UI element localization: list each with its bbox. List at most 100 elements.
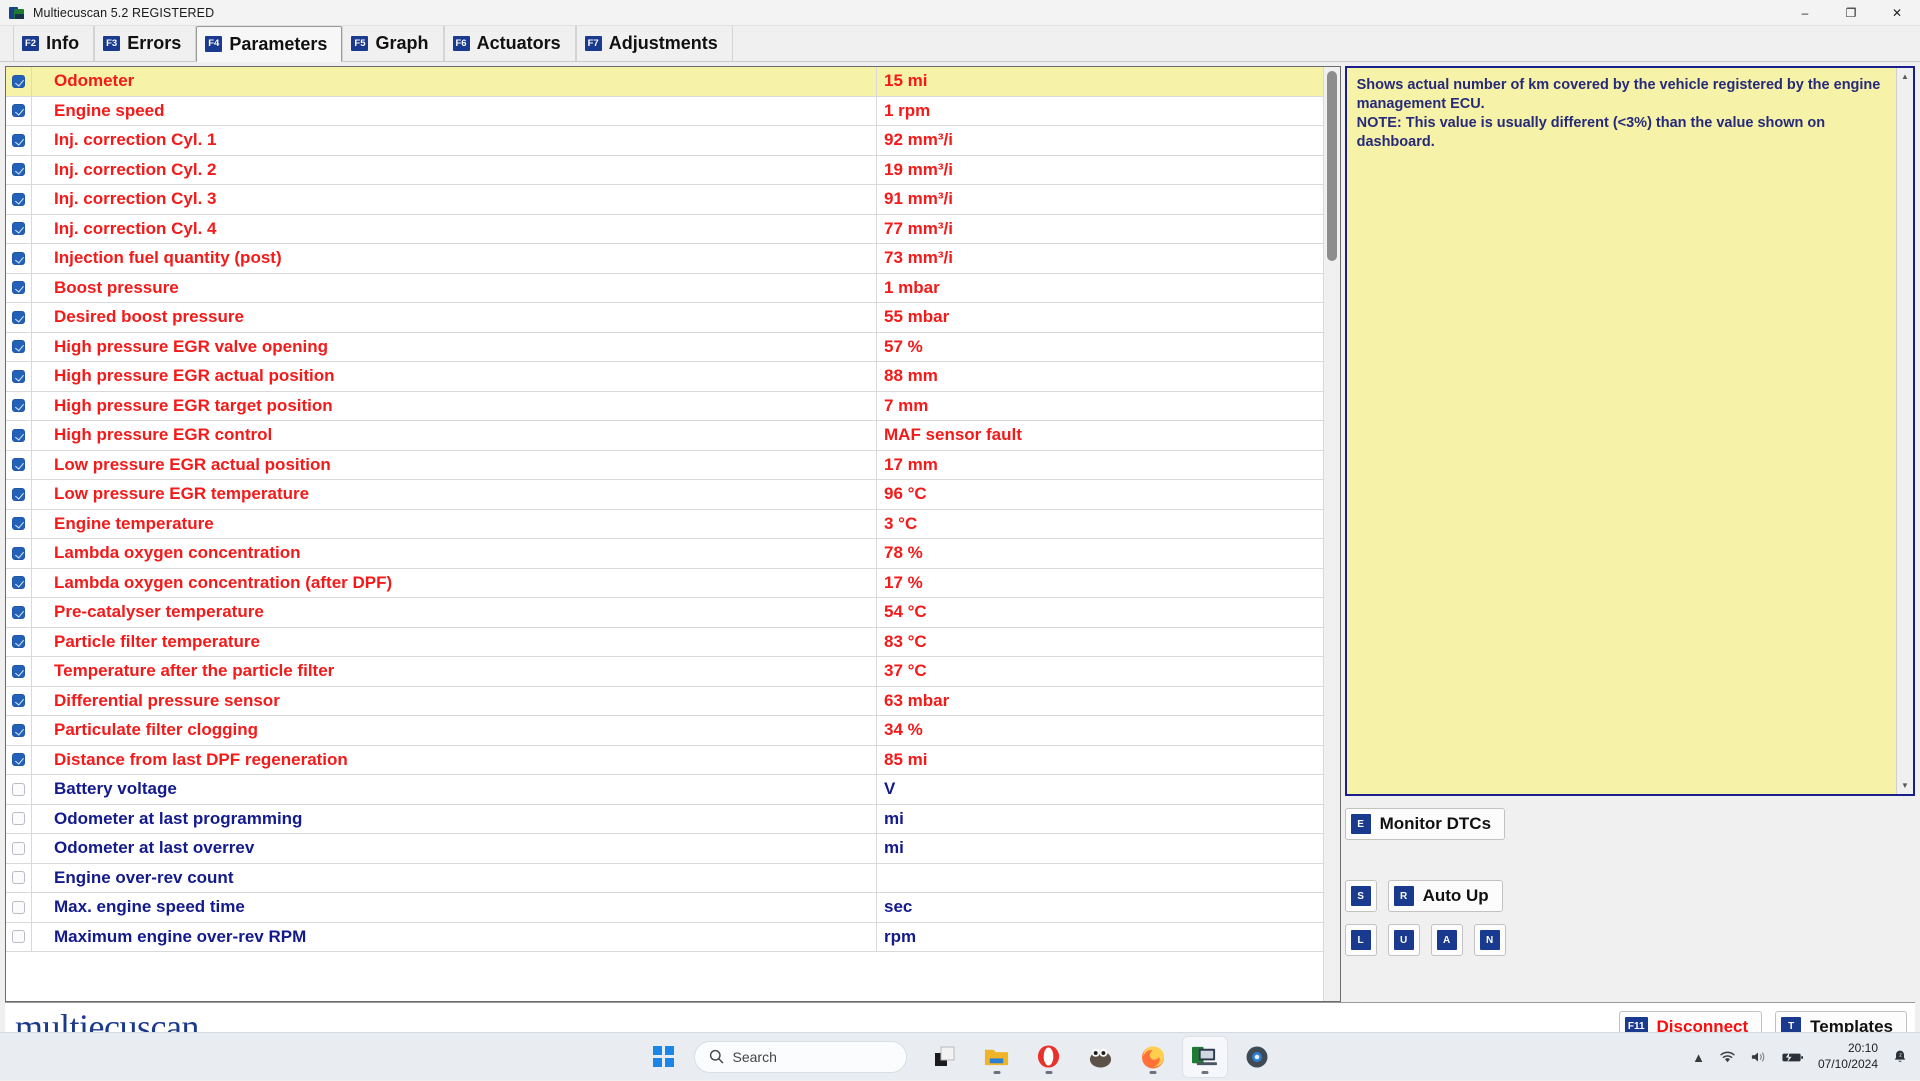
parameter-row[interactable]: Odometer15 mi — [6, 67, 1323, 97]
parameter-checkbox-cell[interactable] — [6, 362, 32, 391]
stop-button[interactable]: S — [1345, 880, 1377, 912]
parameter-checkbox[interactable] — [12, 576, 25, 589]
monitor-dtcs-button[interactable]: E Monitor DTCs — [1345, 808, 1505, 840]
parameter-row[interactable]: Particulate filter clogging34 % — [6, 716, 1323, 746]
parameter-row[interactable]: Odometer at last overrevmi — [6, 834, 1323, 864]
taskbar-item-gimp[interactable] — [1079, 1037, 1123, 1077]
parameter-checkbox[interactable] — [12, 311, 25, 324]
parameter-checkbox[interactable] — [12, 812, 25, 825]
parameter-row[interactable]: High pressure EGR actual position88 mm — [6, 362, 1323, 392]
parameter-row[interactable]: Desired boost pressure55 mbar — [6, 303, 1323, 333]
parameter-checkbox[interactable] — [12, 488, 25, 501]
parameter-row[interactable]: High pressure EGR target position7 mm — [6, 392, 1323, 422]
parameter-row[interactable]: High pressure EGR valve opening57 % — [6, 333, 1323, 363]
parameter-row[interactable]: Temperature after the particle filter37 … — [6, 657, 1323, 687]
parameter-row[interactable]: Inj. correction Cyl. 477 mm³/i — [6, 215, 1323, 245]
parameter-row[interactable]: Injection fuel quantity (post)73 mm³/i — [6, 244, 1323, 274]
parameter-checkbox[interactable] — [12, 901, 25, 914]
tab-graph[interactable]: F5Graph — [342, 26, 443, 61]
parameter-checkbox[interactable] — [12, 783, 25, 796]
parameter-checkbox[interactable] — [12, 842, 25, 855]
parameter-checkbox[interactable] — [12, 104, 25, 117]
parameter-checkbox-cell[interactable] — [6, 775, 32, 804]
parameter-checkbox-cell[interactable] — [6, 480, 32, 509]
parameter-checkbox[interactable] — [12, 370, 25, 383]
parameter-row[interactable]: Engine speed1 rpm — [6, 97, 1323, 127]
none-button[interactable]: N — [1474, 924, 1506, 956]
parameter-row[interactable]: Odometer at last programmingmi — [6, 805, 1323, 835]
parameter-checkbox-cell[interactable] — [6, 923, 32, 952]
tab-info[interactable]: F2Info — [13, 26, 94, 61]
parameter-checkbox-cell[interactable] — [6, 687, 32, 716]
all-button[interactable]: A — [1431, 924, 1463, 956]
taskbar-clock[interactable]: 20:10 07/10/2024 — [1818, 1041, 1878, 1073]
parameter-row[interactable]: Inj. correction Cyl. 219 mm³/i — [6, 156, 1323, 186]
parameter-checkbox[interactable] — [12, 281, 25, 294]
parameter-checkbox[interactable] — [12, 458, 25, 471]
parameter-checkbox-cell[interactable] — [6, 421, 32, 450]
parameter-row[interactable]: Max. engine speed timesec — [6, 893, 1323, 923]
parameter-checkbox[interactable] — [12, 222, 25, 235]
parameter-checkbox[interactable] — [12, 252, 25, 265]
parameter-checkbox-cell[interactable] — [6, 185, 32, 214]
parameter-row[interactable]: Differential pressure sensor63 mbar — [6, 687, 1323, 717]
parameter-checkbox-cell[interactable] — [6, 539, 32, 568]
parameter-checkbox-cell[interactable] — [6, 274, 32, 303]
show-hidden-icons-icon[interactable]: ▲ — [1692, 1050, 1705, 1065]
parameter-row[interactable]: High pressure EGR controlMAF sensor faul… — [6, 421, 1323, 451]
parameter-checkbox-cell[interactable] — [6, 510, 32, 539]
taskbar-item-multiecuscan[interactable] — [1183, 1037, 1227, 1077]
parameter-checkbox-cell[interactable] — [6, 716, 32, 745]
parameter-checkbox-cell[interactable] — [6, 569, 32, 598]
battery-charging-icon[interactable] — [1781, 1050, 1804, 1064]
parameter-checkbox-cell[interactable] — [6, 864, 32, 893]
parameter-checkbox[interactable] — [12, 606, 25, 619]
scroll-down-icon[interactable]: ▼ — [1897, 777, 1913, 794]
parameter-checkbox-cell[interactable] — [6, 156, 32, 185]
parameter-row[interactable]: Lambda oxygen concentration (after DPF)1… — [6, 569, 1323, 599]
parameter-row[interactable]: Pre-catalyser temperature54 °C — [6, 598, 1323, 628]
parameter-checkbox-cell[interactable] — [6, 244, 32, 273]
parameter-checkbox[interactable] — [12, 399, 25, 412]
tab-parameters[interactable]: F4Parameters — [196, 26, 342, 62]
parameter-checkbox[interactable] — [12, 665, 25, 678]
close-button[interactable]: ✕ — [1874, 0, 1920, 26]
parameter-checkbox-cell[interactable] — [6, 333, 32, 362]
parameter-checkbox[interactable] — [12, 753, 25, 766]
parameter-checkbox-cell[interactable] — [6, 303, 32, 332]
tab-errors[interactable]: F3Errors — [94, 26, 196, 61]
parameters-grid[interactable]: Odometer15 miEngine speed1 rpm Inj. corre… — [6, 67, 1323, 1001]
parameter-checkbox-cell[interactable] — [6, 215, 32, 244]
parameter-checkbox[interactable] — [12, 75, 25, 88]
auto-up-button[interactable]: R Auto Up — [1388, 880, 1503, 912]
parameter-row[interactable]: Maximum engine over-rev RPMrpm — [6, 923, 1323, 953]
parameter-checkbox[interactable] — [12, 340, 25, 353]
scrollbar-thumb[interactable] — [1327, 71, 1337, 261]
log-button[interactable]: L — [1345, 924, 1377, 956]
taskbar-item-firefox[interactable] — [1131, 1037, 1175, 1077]
minimize-button[interactable]: – — [1782, 0, 1828, 26]
parameter-row[interactable]: Engine over-rev count — [6, 864, 1323, 894]
parameter-checkbox[interactable] — [12, 871, 25, 884]
parameter-row[interactable]: Boost pressure1 mbar — [6, 274, 1323, 304]
parameter-row[interactable]: Low pressure EGR temperature96 °C — [6, 480, 1323, 510]
tab-adjustments[interactable]: F7Adjustments — [576, 26, 733, 61]
taskbar-item-file-explorer-dark[interactable] — [923, 1037, 967, 1077]
parameter-checkbox[interactable] — [12, 694, 25, 707]
taskbar-item-opera[interactable] — [1027, 1037, 1071, 1077]
parameter-row[interactable]: Distance from last DPF regeneration85 mi — [6, 746, 1323, 776]
parameter-checkbox[interactable] — [12, 517, 25, 530]
parameter-checkbox-cell[interactable] — [6, 451, 32, 480]
parameter-checkbox-cell[interactable] — [6, 598, 32, 627]
parameter-checkbox-cell[interactable] — [6, 126, 32, 155]
parameter-checkbox-cell[interactable] — [6, 67, 32, 96]
parameter-checkbox[interactable] — [12, 193, 25, 206]
parameter-checkbox-cell[interactable] — [6, 805, 32, 834]
parameter-checkbox-cell[interactable] — [6, 893, 32, 922]
maximize-button[interactable]: ❐ — [1828, 0, 1874, 26]
up-button[interactable]: U — [1388, 924, 1420, 956]
parameter-checkbox-cell[interactable] — [6, 392, 32, 421]
parameter-checkbox[interactable] — [12, 163, 25, 176]
tab-actuators[interactable]: F6Actuators — [444, 26, 576, 61]
volume-icon[interactable] — [1750, 1050, 1767, 1064]
